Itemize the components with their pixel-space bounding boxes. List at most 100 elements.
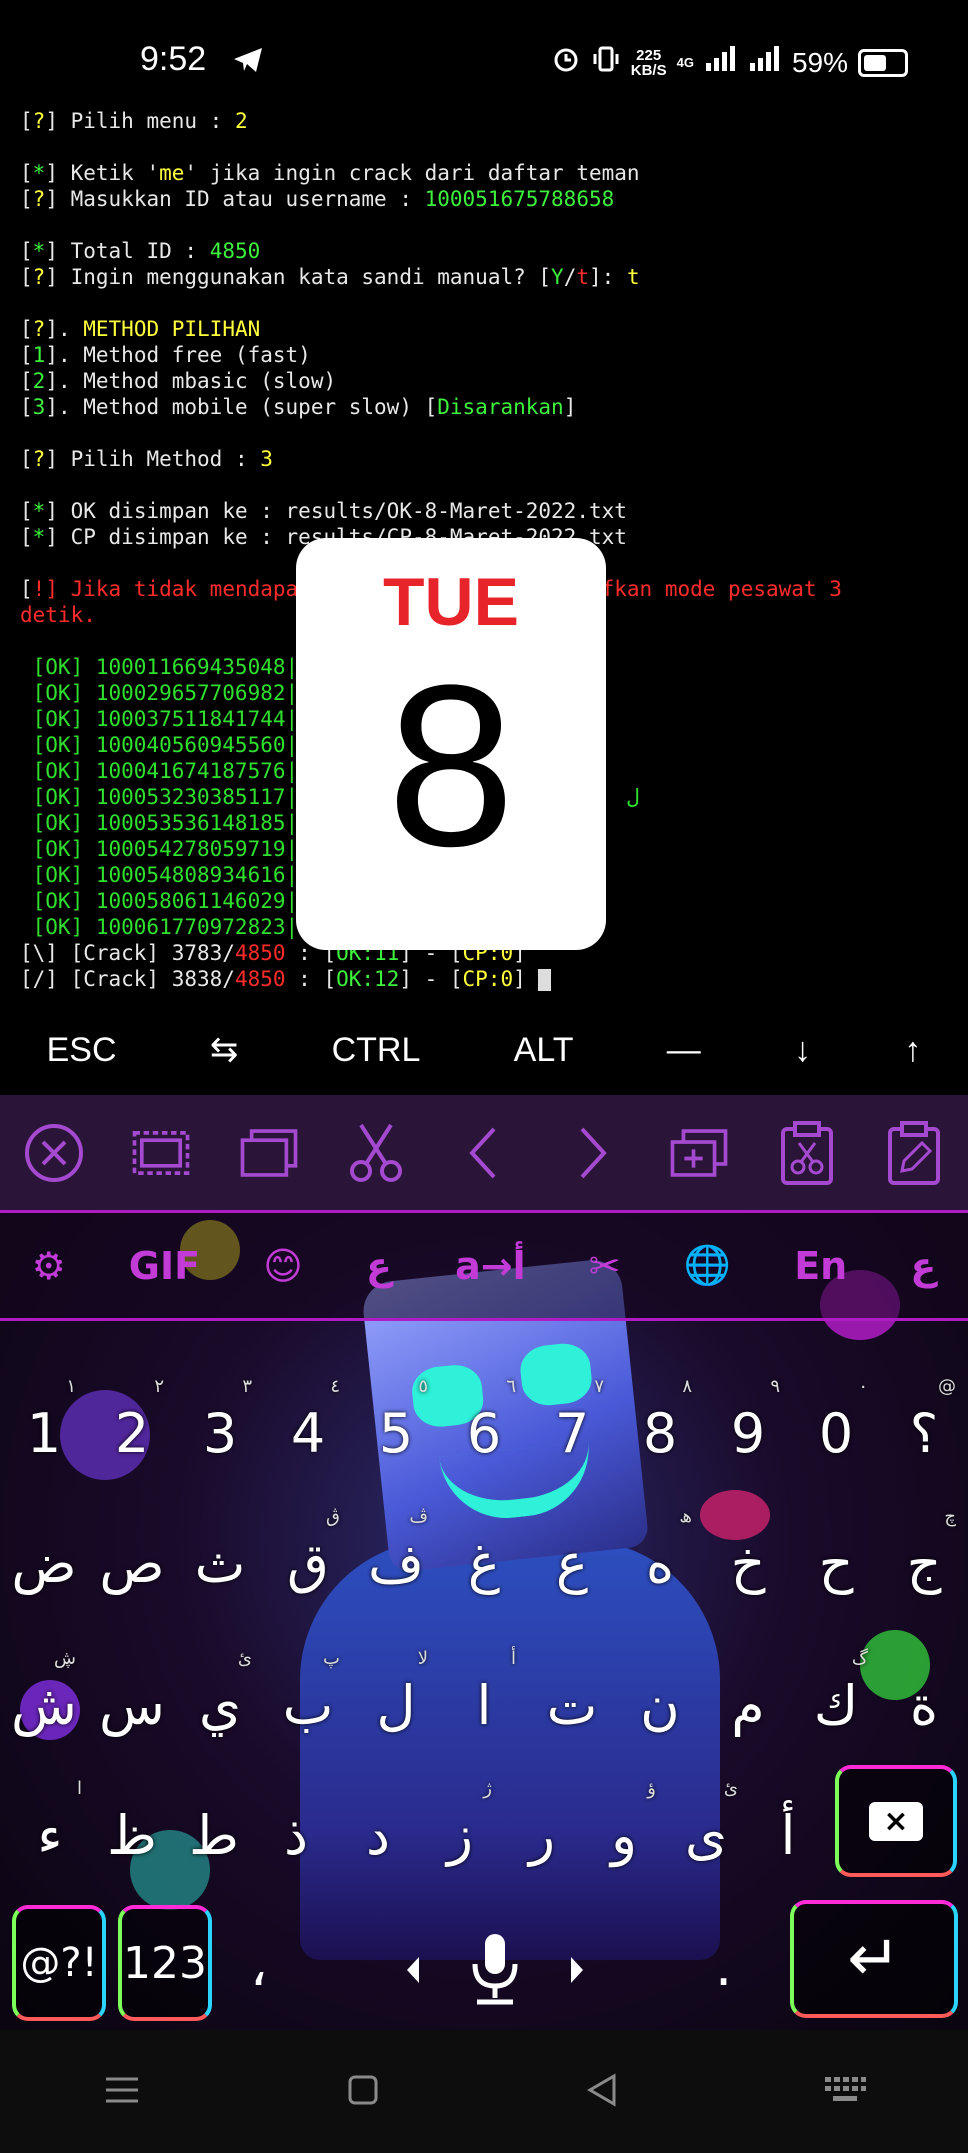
cursor-right-icon[interactable] (560, 1121, 624, 1185)
suggestion-item[interactable]: 🌐 (684, 1243, 731, 1288)
clipboard-edit-icon[interactable] (882, 1120, 946, 1185)
terminal-text: 4850 (234, 941, 286, 965)
key[interactable]: ل لا (356, 1648, 436, 1737)
letter-row-2: ش ڜ س ي ئ ب پ ل لا ا أ ت ن م ك گ ة (0, 1648, 968, 1760)
key-hint: ٣ (242, 1375, 252, 1397)
terminal-text: [ (20, 161, 33, 185)
menu-icon[interactable] (102, 2073, 142, 2111)
key[interactable]: 5٥ (356, 1376, 436, 1465)
suggestion-item[interactable]: En (794, 1244, 847, 1288)
key-label: ذ (283, 1803, 309, 1867)
key[interactable]: ؟ @ (884, 1376, 964, 1465)
key[interactable]: فڤ (356, 1506, 436, 1595)
key[interactable]: 0٠ (796, 1376, 876, 1465)
key[interactable]: كگ (796, 1648, 876, 1737)
cursor-left-icon[interactable] (452, 1121, 516, 1185)
suggestion-item[interactable]: 😊 (263, 1244, 303, 1288)
terminal-text: [OK] 100011669435048| (20, 655, 299, 679)
extra-key[interactable]: ALT (514, 1031, 574, 1070)
terminal-text: ] Ketik ' (45, 161, 160, 185)
caret-right-icon (571, 1957, 583, 1983)
key[interactable]: ت (532, 1674, 612, 1737)
back-icon[interactable] (584, 2072, 620, 2112)
terminal-text: [OK] 100061770972823| (20, 915, 299, 939)
home-icon[interactable] (345, 2072, 381, 2112)
key[interactable]: 6٦ (444, 1376, 524, 1465)
terminal-text: t (626, 265, 640, 289)
extra-key[interactable]: ESC (47, 1031, 117, 1070)
key[interactable]: 7٧ (532, 1376, 612, 1465)
copy-icon[interactable] (237, 1121, 301, 1185)
key-label: 8 (642, 1401, 678, 1465)
period-key[interactable]: . (715, 1935, 732, 1998)
key[interactable]: جچ (884, 1506, 964, 1595)
clipboard-cut-icon[interactable] (775, 1120, 839, 1185)
key[interactable]: ث (180, 1532, 260, 1595)
key[interactable]: بپ (268, 1648, 348, 1737)
key[interactable]: قڨ (268, 1506, 348, 1595)
extra-key[interactable]: ⇆ (210, 1030, 239, 1070)
key[interactable]: 9٩ (708, 1376, 788, 1465)
key[interactable]: ص (92, 1532, 172, 1595)
key[interactable]: د (338, 1804, 418, 1867)
key-hint: أ (510, 1647, 516, 1669)
key[interactable]: 2٢ (92, 1376, 172, 1465)
key[interactable]: غ (444, 1532, 524, 1595)
backspace-key[interactable]: × (835, 1765, 957, 1877)
paste-icon[interactable] (667, 1121, 731, 1185)
calendar-widget[interactable]: TUE 8 (296, 538, 606, 950)
key[interactable]: شڜ (4, 1648, 84, 1737)
key[interactable]: ن (620, 1674, 700, 1737)
key[interactable]: يئ (180, 1648, 260, 1737)
key-label: ء (37, 1803, 63, 1867)
key[interactable]: ىئ (666, 1778, 746, 1867)
status-time: 9:52 (140, 40, 207, 78)
key[interactable]: زژ (420, 1778, 500, 1867)
key[interactable]: ذ (256, 1804, 336, 1867)
key-label: غ (467, 1531, 501, 1595)
key[interactable]: 4٤ (268, 1376, 348, 1465)
terminal-text: ? (32, 317, 46, 341)
terminal-text: 2 (32, 369, 46, 393)
key[interactable]: ع (532, 1532, 612, 1595)
key[interactable]: هھ (620, 1506, 700, 1595)
terminal-text: ' jika ingin crack dari daftar teman (184, 161, 640, 185)
extra-keys-row: ESC ⇆ CTRL ALT — ↓ ↑ (0, 1010, 968, 1090)
key[interactable]: ة (884, 1674, 964, 1737)
extra-key[interactable]: — (667, 1031, 701, 1070)
key[interactable]: ظ (92, 1804, 172, 1867)
key[interactable]: اأ (444, 1648, 524, 1737)
key[interactable]: م (708, 1674, 788, 1737)
key[interactable]: ط (174, 1804, 254, 1867)
suggestion-item[interactable]: ع (910, 1244, 936, 1288)
extra-key[interactable]: ↓ (794, 1031, 811, 1070)
numbers-key[interactable]: 123 (118, 1905, 212, 2021)
extra-key[interactable]: CTRL (332, 1031, 421, 1070)
key[interactable]: أ (748, 1804, 828, 1867)
key[interactable]: ءا (10, 1778, 90, 1867)
key[interactable]: س (92, 1674, 172, 1737)
symbols-key[interactable]: @?! (12, 1905, 106, 2021)
space-bar[interactable] (390, 1925, 600, 2015)
select-all-icon[interactable] (129, 1121, 193, 1185)
key[interactable]: 3٣ (180, 1376, 260, 1465)
suggestion-item[interactable]: a→أ (455, 1244, 526, 1288)
suggestion-item[interactable]: ✂ (589, 1244, 621, 1288)
comma-key[interactable]: ، (250, 1935, 267, 1998)
key[interactable]: 8٨ (620, 1376, 700, 1465)
suggestion-item[interactable]: GIF (129, 1244, 200, 1288)
extra-key[interactable]: ↑ (904, 1031, 921, 1070)
key[interactable]: ض (4, 1532, 84, 1595)
enter-key[interactable]: ↵ (790, 1900, 958, 2018)
close-icon[interactable] (22, 1121, 86, 1185)
suggestion-item[interactable]: ⚙ (32, 1244, 66, 1288)
key[interactable]: ح (796, 1532, 876, 1595)
keyboard-switch-icon[interactable] (823, 2075, 867, 2109)
suggestion-item[interactable]: ع (366, 1244, 392, 1288)
key[interactable]: وؤ (584, 1778, 664, 1867)
key[interactable]: خ (708, 1532, 788, 1595)
key[interactable]: ر (502, 1804, 582, 1867)
cut-icon[interactable] (344, 1121, 408, 1185)
key[interactable]: 1١ (4, 1376, 84, 1465)
terminal-text: ] OK disimpan ke : results/OK-8-Maret-20… (45, 499, 627, 523)
